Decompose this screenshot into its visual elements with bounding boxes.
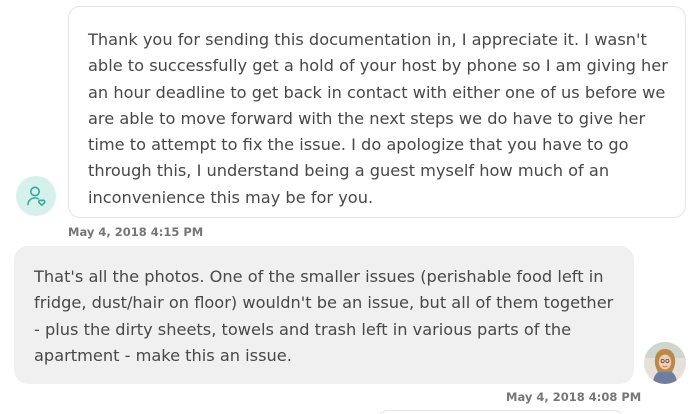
incoming-message-bubble: Thank you for sending this documentation… [68, 6, 686, 218]
incoming-message-text: Thank you for sending this documentation… [88, 30, 668, 207]
message-thread: Thank you for sending this documentation… [0, 0, 700, 414]
outgoing-message-text: That's all the photos. One of the smalle… [34, 267, 614, 365]
incoming-message-timestamp: May 4, 2018 4:15 PM [68, 225, 204, 239]
user-avatar[interactable] [644, 342, 686, 384]
outgoing-message-timestamp: May 4, 2018 4:08 PM [506, 390, 642, 404]
support-agent-icon [27, 186, 46, 206]
user-photo-icon [644, 342, 686, 384]
previous-message-fragment [498, 0, 538, 13]
next-message-fragment [378, 410, 624, 414]
outgoing-message-bubble: That's all the photos. One of the smalle… [14, 246, 634, 384]
support-agent-avatar[interactable] [16, 176, 56, 216]
